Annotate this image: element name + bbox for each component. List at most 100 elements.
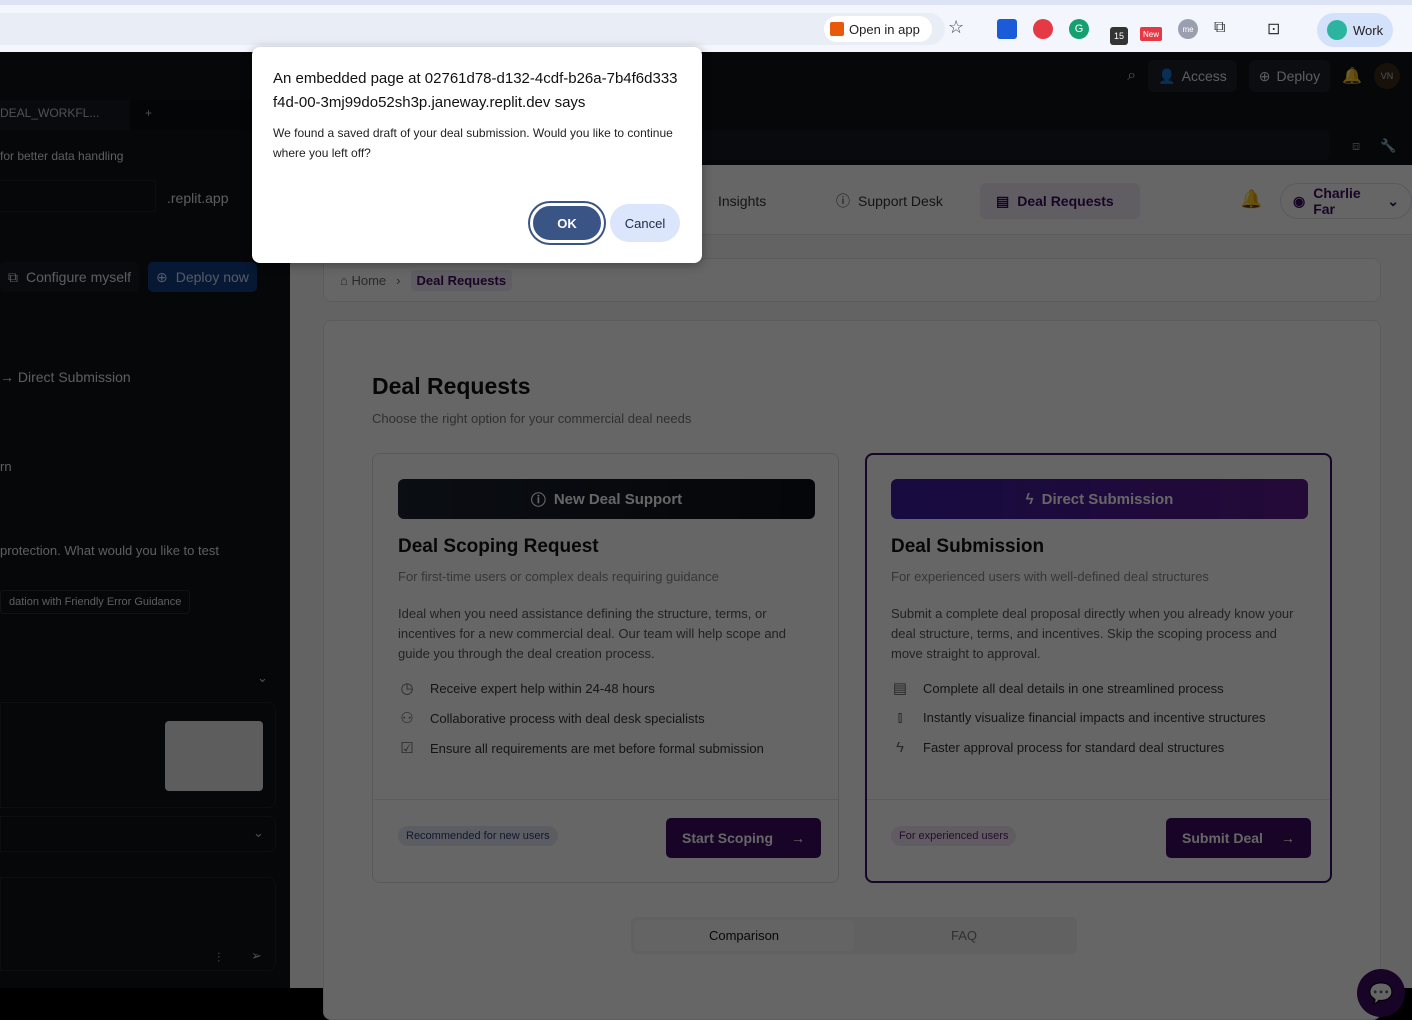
search-tabs-icon[interactable]: ⊡: [1267, 19, 1280, 39]
lightning-icon: ϟ: [1025, 490, 1034, 508]
tab-row: DEAL_WORKFL... +: [0, 100, 290, 130]
divider: [867, 799, 1330, 800]
recommended-badge: Recommended for new users: [398, 826, 558, 846]
replit-header: ⌕ 👤 Access ⊕ Deploy 🔔 VN: [0, 52, 1412, 100]
tab-comparison[interactable]: Comparison: [634, 920, 854, 951]
breadcrumb-home[interactable]: ⌂ Home: [340, 273, 386, 288]
avatar: [1327, 20, 1347, 40]
divider: [373, 799, 838, 800]
file-text-icon: ▤: [892, 680, 908, 697]
add-tab-button[interactable]: +: [130, 100, 152, 130]
submit-deal-button[interactable]: Submit Deal →: [1166, 818, 1311, 858]
address-bar[interactable]: [0, 13, 945, 45]
external-icon: ⧉: [8, 268, 18, 285]
chat-input[interactable]: ⫶ ➢: [0, 877, 276, 971]
deal-submission-card: ϟ Direct Submission Deal Submission For e…: [865, 453, 1332, 883]
user-circle-icon: ◉: [1293, 192, 1306, 209]
chevron-down-icon: ⌄: [1387, 192, 1399, 209]
card-body: Submit a complete deal proposal directly…: [891, 606, 1294, 661]
open-in-app-button[interactable]: Open in app: [824, 16, 932, 42]
extensions-icon[interactable]: ⧉: [1214, 19, 1225, 37]
bell-icon[interactable]: 🔔: [1342, 66, 1362, 86]
chat-text: for better data handling: [0, 149, 124, 163]
domain-input[interactable]: [0, 180, 156, 212]
collapsible-section[interactable]: ⌄: [0, 816, 276, 852]
chevron-down-icon[interactable]: ⌄: [257, 670, 268, 686]
deal-scoping-card: ⓘ New Deal Support Deal Scoping Request F…: [372, 453, 839, 883]
profile-button[interactable]: Work: [1317, 13, 1393, 47]
user-plus-icon: 👤: [1158, 67, 1176, 84]
help-circle-icon: ⓘ: [836, 193, 850, 209]
configure-myself-button[interactable]: ⧉ Configure myself: [0, 262, 140, 292]
avatar[interactable]: VN: [1374, 63, 1400, 89]
page-title: Deal Requests: [372, 373, 531, 399]
deploy-button[interactable]: ⊕ Deploy: [1248, 60, 1331, 92]
user-menu[interactable]: ◉ Charlie Far ⌄: [1280, 183, 1412, 219]
checkpoint-chip[interactable]: dation with Friendly Error Guidance: [0, 590, 191, 614]
search-icon[interactable]: ⌕: [1127, 67, 1136, 85]
experienced-badge: For experienced users: [891, 826, 1017, 846]
start-scoping-button[interactable]: Start Scoping →: [666, 818, 822, 858]
breadcrumb-current: Deal Requests: [410, 269, 513, 291]
feature-item: ◷ Receive expert help within 24-48 hours: [398, 679, 654, 697]
dialog-message: We found a saved draft of your deal subm…: [273, 126, 673, 160]
info-tabs: Comparison FAQ: [631, 917, 1077, 954]
app-icon: [830, 22, 844, 36]
me-extension-icon[interactable]: me: [1178, 19, 1198, 39]
main-panel: Deal Requests Choose the right option fo…: [323, 320, 1381, 1020]
tab-faq[interactable]: FAQ: [854, 920, 1074, 951]
chat-text: rn: [0, 459, 12, 474]
devices-icon[interactable]: ⧈: [1352, 138, 1360, 154]
agent-panel: DEAL_WORKFL... + for better data handlin…: [0, 100, 290, 988]
star-icon[interactable]: ☆: [948, 17, 964, 38]
card-description: For experienced users with well-defined …: [891, 569, 1209, 584]
deploy-icon: ⊕: [1258, 67, 1271, 84]
feature-item: ▤ Complete all deal details in one stream…: [892, 680, 1224, 697]
dialog-title: An embedded page at 02761d78-d132-4cdf-b…: [273, 70, 678, 111]
users-icon: ⚇: [400, 710, 414, 727]
message-circle-icon: 💬: [1368, 982, 1394, 1005]
nav-deal-requests[interactable]: ▤ Deal Requests: [980, 183, 1140, 219]
deploy-now-button[interactable]: ⊕ Deploy now: [148, 262, 257, 292]
feature-item: ⚇ Collaborative process with deal desk sp…: [398, 709, 704, 727]
new-deal-support-header[interactable]: ⓘ New Deal Support: [398, 479, 815, 519]
arrow-right-icon: →: [791, 830, 806, 846]
check-square-icon: ☑: [400, 740, 414, 757]
screenshot-card[interactable]: [0, 702, 276, 808]
card-title: Deal Scoping Request: [398, 536, 599, 557]
bell-icon[interactable]: 🔔: [1240, 189, 1262, 210]
page-subtitle: Choose the right option for your commerc…: [372, 411, 692, 426]
nav-support-desk[interactable]: ⓘ Support Desk: [820, 183, 959, 219]
feature-item: ϟ Faster approval process for standard de…: [891, 739, 1224, 756]
document-icon: ▤: [996, 192, 1010, 209]
grammarly-icon[interactable]: G: [1069, 19, 1089, 39]
wrench-icon[interactable]: 🔧: [1380, 138, 1396, 154]
browser-toolbar: Open in app ☆ G 15 New me ⧉ ⊡ Work: [0, 5, 1412, 52]
bar-chart-icon: ⫾: [897, 709, 903, 726]
domain-suffix: .replit.app: [167, 190, 229, 206]
screenshot-thumbnail[interactable]: [165, 721, 263, 791]
chat-text: → Direct Submission: [0, 369, 131, 385]
arrow-right-icon: →: [1280, 830, 1295, 846]
nav-insights[interactable]: Insights: [702, 183, 782, 219]
send-icon[interactable]: ➢: [251, 948, 262, 964]
card-description: For first-time users or complex deals re…: [398, 569, 719, 584]
extension-icon[interactable]: [997, 19, 1017, 39]
cancel-button[interactable]: Cancel: [610, 204, 680, 242]
direct-submission-header[interactable]: ϟ Direct Submission: [891, 479, 1308, 519]
badge-new[interactable]: New: [1140, 27, 1162, 41]
breadcrumb: ⌂ Home › Deal Requests: [323, 258, 1381, 302]
clock-icon: ◷: [400, 680, 414, 697]
chevron-right-icon: ›: [396, 272, 401, 288]
chat-fab[interactable]: 💬: [1357, 969, 1405, 1017]
deploy-icon: ⊕: [156, 268, 168, 285]
replit-workspace: ⌕ 👤 Access ⊕ Deploy 🔔 VN DEAL_WORKFL... + …: [0, 52, 1412, 1020]
ok-button[interactable]: OK: [530, 203, 604, 243]
tab-deal-workflow[interactable]: DEAL_WORKFL...: [0, 100, 130, 130]
card-title: Deal Submission: [891, 536, 1045, 557]
chevron-down-icon: ⌄: [253, 825, 264, 840]
settings-sliders-icon[interactable]: ⫶: [217, 950, 220, 966]
access-button[interactable]: 👤 Access: [1148, 60, 1237, 92]
badge-count[interactable]: 15: [1110, 27, 1128, 45]
extension-icon[interactable]: [1033, 19, 1053, 39]
